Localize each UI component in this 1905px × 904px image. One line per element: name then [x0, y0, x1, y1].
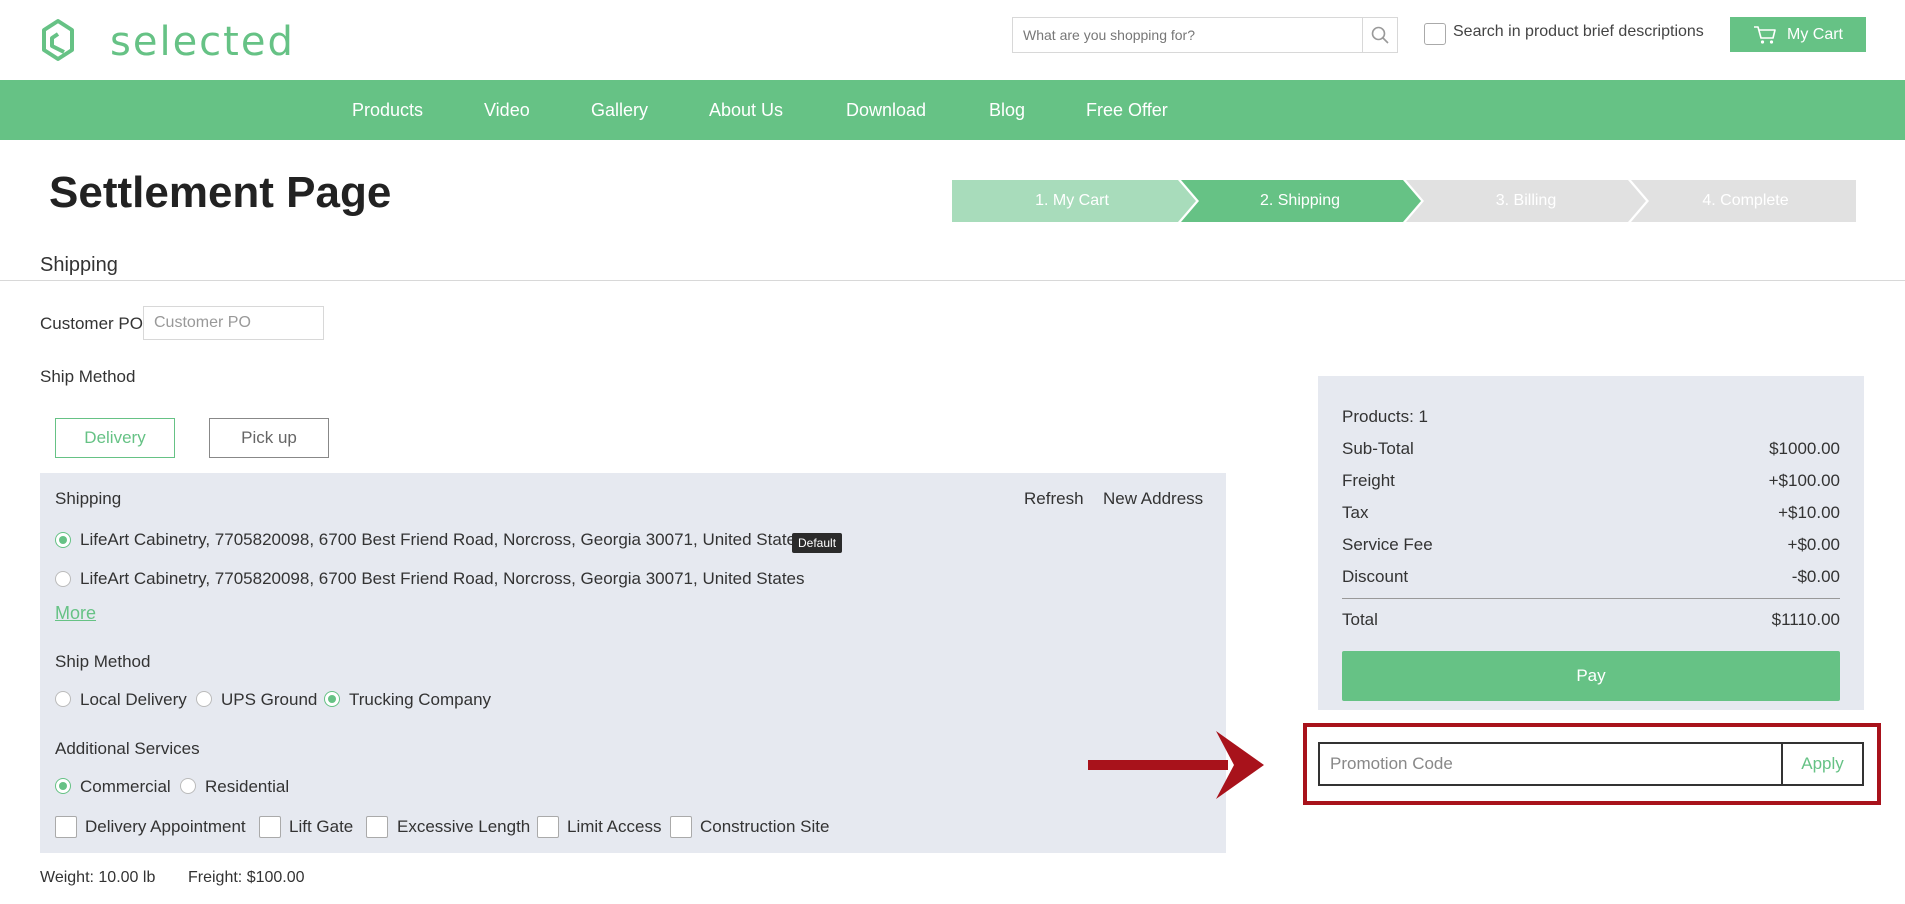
service-checkbox-lift-gate[interactable]: [259, 816, 281, 838]
summary-products-row: Products: 1: [1342, 407, 1840, 429]
promotion-code-input[interactable]: [1320, 744, 1783, 784]
service-label-excessive-length: Excessive Length: [397, 817, 531, 836]
summary-label: Tax: [1342, 503, 1369, 522]
summary-row-service-fee: Service Fee +$0.00: [1342, 535, 1840, 557]
ship-method-title: Ship Method: [55, 652, 151, 671]
section-divider: [0, 280, 1905, 281]
service-label-limit-access: Limit Access: [567, 817, 662, 836]
nav-item-about-us[interactable]: About Us: [709, 80, 783, 140]
service-checkbox-construction-site[interactable]: [670, 816, 692, 838]
ship-method-radio-trucking[interactable]: [324, 691, 340, 707]
summary-total-value: $1110.00: [1771, 610, 1840, 629]
summary-label: Service Fee: [1342, 535, 1433, 554]
pickup-button[interactable]: Pick up: [209, 418, 329, 458]
logo-mark-icon: selected: [42, 19, 295, 65]
summary-row-freight: Freight +$100.00: [1342, 471, 1840, 493]
my-cart-button[interactable]: My Cart: [1730, 17, 1866, 52]
new-address-link[interactable]: New Address: [1103, 489, 1203, 509]
nav-item-free-offer[interactable]: Free Offer: [1086, 80, 1168, 140]
service-label-construction-site: Construction Site: [700, 817, 830, 836]
summary-value: +$100.00: [1768, 471, 1840, 490]
site-header: selected Search in product brief descrip…: [0, 0, 1905, 80]
default-badge: Default: [792, 533, 843, 553]
service-checkbox-delivery-appointment[interactable]: [55, 816, 77, 838]
summary-value: $1000.00: [1769, 439, 1840, 458]
step-my-cart: 1. My Cart: [1035, 192, 1109, 209]
order-summary: Products: 1 Sub-Total $1000.00 Freight +…: [1318, 376, 1864, 710]
summary-value: +$10.00: [1778, 503, 1840, 522]
highlight-arrow-icon: [1088, 731, 1264, 799]
nav-item-blog[interactable]: Blog: [989, 80, 1025, 140]
customer-po-input[interactable]: [143, 306, 324, 340]
summary-value: +$0.00: [1787, 535, 1840, 554]
summary-row-discount: Discount -$0.00: [1342, 567, 1840, 589]
summary-label: Discount: [1342, 567, 1409, 586]
summary-total-label: Total: [1342, 610, 1378, 629]
brief-search-checkbox[interactable]: [1424, 23, 1446, 45]
summary-label: Freight: [1342, 471, 1395, 490]
nav-item-products[interactable]: Products: [352, 80, 423, 140]
cart-label: My Cart: [1787, 25, 1843, 43]
ship-method-label-trucking: Trucking Company: [349, 690, 492, 709]
search-box: [1012, 17, 1398, 53]
summary-label: Sub-Total: [1342, 439, 1414, 458]
cart-icon: [1754, 25, 1776, 44]
brand-logo[interactable]: selected: [38, 16, 318, 72]
service-label-delivery-appointment: Delivery Appointment: [85, 817, 246, 836]
ship-method-radio-ups[interactable]: [196, 691, 212, 707]
section-title: Shipping: [40, 254, 118, 276]
nav-item-video[interactable]: Video: [484, 80, 530, 140]
search-input[interactable]: [1013, 18, 1363, 52]
customer-po-label: Customer PO: [40, 314, 143, 333]
service-checkbox-limit-access[interactable]: [537, 816, 559, 838]
service-type-radio-residential[interactable]: [180, 778, 196, 794]
checkout-steps: 1. My Cart 2. Shipping 3. Billing 4. Com…: [952, 180, 1856, 222]
step-shipping: 2. Shipping: [1259, 192, 1341, 209]
ship-method-radio-local[interactable]: [55, 691, 71, 707]
apply-promo-button[interactable]: Apply: [1781, 744, 1862, 784]
service-type-radio-commercial[interactable]: [55, 778, 71, 794]
search-button[interactable]: [1362, 18, 1397, 52]
pay-button[interactable]: Pay: [1342, 651, 1840, 701]
address-text-1: LifeArt Cabinetry, 7705820098, 6700 Best…: [80, 530, 805, 549]
shipping-panel-title: Shipping: [55, 489, 122, 508]
service-checkbox-excessive-length[interactable]: [366, 816, 388, 838]
ship-method-label-local: Local Delivery: [80, 690, 187, 709]
main-nav: Products Video Gallery About Us Download…: [0, 80, 1905, 140]
address-radio-2[interactable]: [55, 571, 71, 587]
additional-services-title: Additional Services: [55, 739, 200, 758]
search-icon: [1371, 26, 1389, 44]
ship-method-label: Ship Method: [40, 367, 136, 386]
freight-text: Freight: $100.00: [188, 869, 305, 886]
summary-row-tax: Tax +$10.00: [1342, 503, 1840, 525]
summary-value: -$0.00: [1791, 567, 1840, 586]
address-text-2: LifeArt Cabinetry, 7705820098, 6700 Best…: [80, 569, 805, 588]
step-complete: 4. Complete: [1702, 192, 1789, 209]
more-addresses-link[interactable]: More: [55, 603, 96, 624]
summary-row-subtotal: Sub-Total $1000.00: [1342, 439, 1840, 461]
promo-box: Apply: [1318, 742, 1864, 786]
summary-divider: [1342, 598, 1840, 599]
step-billing: 3. Billing: [1495, 192, 1557, 209]
ship-method-label-ups: UPS Ground: [221, 690, 318, 709]
summary-row-total: Total $1110.00: [1342, 610, 1840, 632]
service-type-label-residential: Residential: [205, 777, 290, 796]
brief-search-label: Search in product brief descriptions: [1453, 23, 1704, 40]
address-radio-1[interactable]: [55, 532, 71, 548]
nav-item-download[interactable]: Download: [846, 80, 926, 140]
service-label-lift-gate: Lift Gate: [289, 817, 354, 836]
service-type-label-commercial: Commercial: [80, 777, 171, 796]
nav-item-gallery[interactable]: Gallery: [591, 80, 648, 140]
svg-text:selected: selected: [110, 19, 295, 65]
delivery-button[interactable]: Delivery: [55, 418, 175, 458]
summary-products: Products: 1: [1342, 407, 1428, 426]
shipping-panel: Shipping Refresh New Address LifeArt Cab…: [40, 473, 1226, 853]
page-title: Settlement Page: [49, 168, 392, 217]
refresh-link[interactable]: Refresh: [1024, 489, 1084, 509]
weight-text: Weight: 10.00 lb: [40, 869, 156, 886]
